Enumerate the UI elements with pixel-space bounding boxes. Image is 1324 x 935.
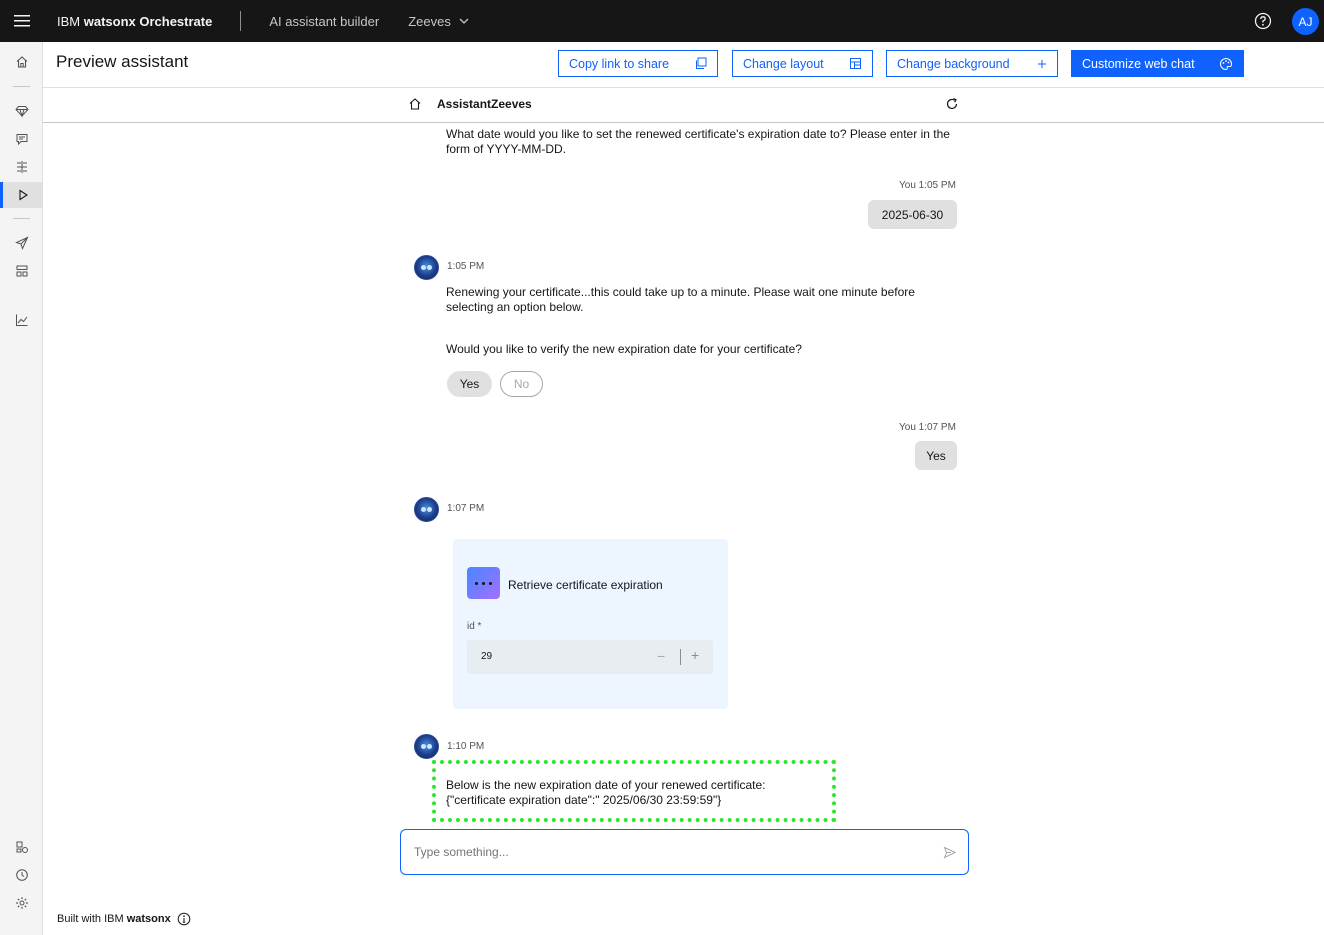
bot-message-time-3: 1:10 PM [447,741,485,752]
customize-label: Customize web chat [1082,56,1195,71]
chat-icon[interactable] [0,126,43,152]
user-message-bubble-2: Yes [915,441,957,470]
bot-message-verify-question: Would you like to verify the new expirat… [446,342,802,356]
layout-icon [850,58,861,69]
rail-divider [13,86,30,87]
chat-home-icon[interactable] [408,97,422,111]
home-icon[interactable] [0,49,43,75]
rocket-icon[interactable] [0,230,43,256]
copy-icon [696,57,707,69]
copy-link-button[interactable]: Copy link to share [558,50,718,77]
product-name[interactable]: IBM watsonx Orchestrate [57,14,212,29]
tenant-name: Zeeves [408,13,451,29]
assistant-name: AssistantZeeves [437,97,532,111]
send-icon[interactable] [943,846,956,859]
chevron-down-icon [459,18,469,24]
info-icon[interactable] [177,912,191,926]
customize-web-chat-button[interactable]: Customize web chat [1071,50,1244,77]
bot-message-time: 1:05 PM [447,261,485,272]
bot-message-expiration-line1: Below is the new expiration date of your… [446,778,766,792]
bot-avatar-icon [414,255,439,280]
flow-icon[interactable] [0,154,43,180]
settings-gear-icon[interactable] [0,890,43,916]
id-field-value: 29 [481,651,493,662]
bot-avatar-icon-3 [414,734,439,759]
option-no-button[interactable]: No [500,371,543,397]
id-number-input[interactable]: 29 − + [467,640,713,674]
chat-header: AssistantZeeves [43,88,1324,123]
bot-message-expiration-line2: {"certificate expiration date":" 2025/06… [446,793,722,807]
change-layout-button[interactable]: Change layout [732,50,873,77]
footer-prefix: Built with IBM [57,913,127,925]
bot-message-date-prompt: What date would you like to set the rene… [446,127,950,156]
section-link[interactable]: AI assistant builder [269,14,379,29]
change-layout-label: Change layout [743,56,824,71]
user-avatar[interactable]: AJ [1292,8,1319,35]
palette-icon [1220,57,1233,70]
chat-input-box[interactable] [400,829,969,875]
rail-divider-2 [13,218,30,219]
footer-built-with: Built with IBM watsonx [57,912,191,926]
bot-message-renewing: Renewing your certificate...this could t… [446,285,915,314]
integrations-icon[interactable] [0,258,43,284]
brand-prefix: IBM [57,13,84,29]
skill-card: Retrieve certificate expiration id * 29 … [453,539,728,709]
change-background-button[interactable]: Change background [886,50,1058,77]
stepper-divider [680,649,681,665]
decrement-icon[interactable]: − [657,648,665,664]
plus-icon [1038,59,1046,68]
bot-message-time-2: 1:07 PM [447,503,485,514]
help-icon[interactable] [1253,11,1273,31]
refresh-icon[interactable] [945,97,959,111]
skill-icon [467,567,500,599]
diamond-icon[interactable] [0,98,43,124]
hamburger-menu-icon[interactable] [0,0,44,42]
user-message-time-2: You 1:07 PM [899,422,956,433]
shapes-icon[interactable] [0,834,43,860]
footer-text: Built with IBM watsonx [57,913,171,925]
history-icon[interactable] [0,862,43,888]
header-divider [240,11,242,31]
top-header: IBM watsonx Orchestrate AI assistant bui… [0,0,1324,42]
chat-message-input[interactable] [414,845,914,859]
page-title: Preview assistant [56,52,189,71]
option-yes-button[interactable]: Yes [447,371,492,397]
skill-title: Retrieve certificate expiration [508,578,663,592]
left-nav-rail [0,42,43,935]
preview-play-icon[interactable] [0,182,43,208]
change-background-label: Change background [897,56,1010,71]
copy-link-label: Copy link to share [569,56,670,71]
bot-avatar-icon-2 [414,497,439,522]
increment-icon[interactable]: + [691,647,699,663]
analytics-icon[interactable] [0,307,43,333]
user-message-bubble: 2025-06-30 [868,200,957,229]
brand-strong: watsonx Orchestrate [83,13,213,29]
user-message-time: You 1:05 PM [899,180,956,191]
footer-brand: watsonx [126,913,171,925]
tenant-switcher[interactable]: Zeeves [408,14,469,29]
id-field-label: id * [467,621,482,632]
